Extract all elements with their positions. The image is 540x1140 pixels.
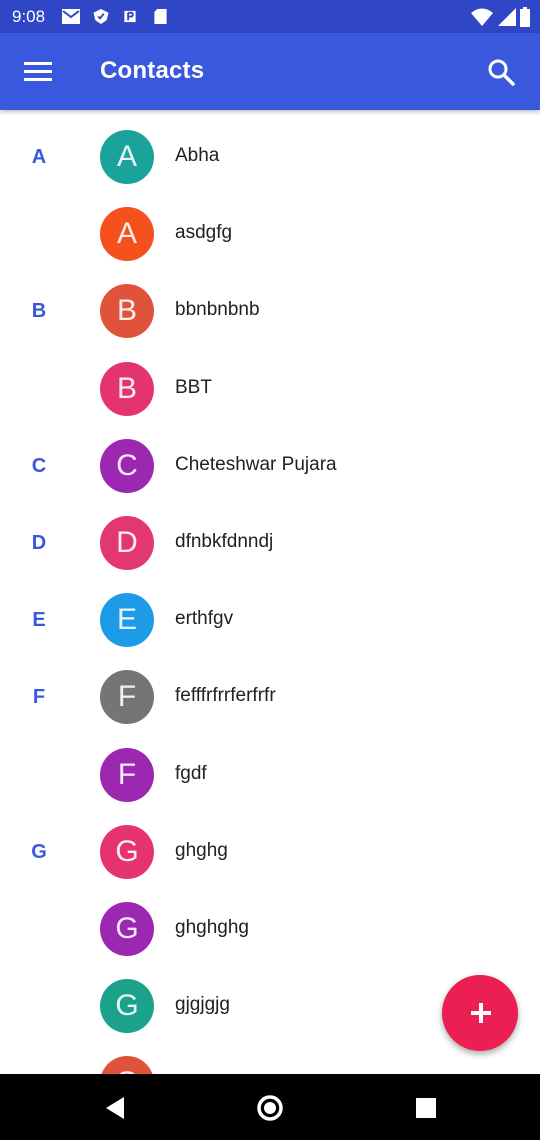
- contact-row[interactable]: G Gghghg: [0, 813, 540, 890]
- contact-name: dfnbkfdnndj: [175, 531, 274, 552]
- section-letter: G: [31, 840, 47, 863]
- contact-name: erthfgv: [175, 608, 234, 630]
- contact-avatar: G: [100, 979, 154, 1034]
- contact-row[interactable]: G: [0, 1044, 540, 1074]
- recents-icon[interactable]: [411, 1094, 441, 1122]
- add-contact-button[interactable]: [442, 975, 518, 1051]
- contact-name: fefffrfrrferfrfr: [175, 685, 276, 707]
- section-letter: F: [32, 686, 46, 709]
- section-letter: C: [31, 454, 47, 477]
- gmail-icon: [62, 9, 80, 24]
- app-bar: Contacts: [0, 33, 540, 110]
- contact-name: Cheteshwar Pujara: [175, 453, 337, 475]
- contact-avatar: F: [100, 747, 154, 802]
- section-letter: B: [31, 300, 47, 323]
- section-letter: E: [32, 609, 46, 632]
- contact-name: asdgfg: [175, 222, 233, 244]
- sd-card-icon: [154, 9, 167, 24]
- search-icon[interactable]: [486, 57, 516, 87]
- contact-row[interactable]: E Eerthfgv: [0, 581, 540, 658]
- hamburger-menu-icon[interactable]: [24, 60, 52, 82]
- contact-row[interactable]: D Ddfnbkfdnndj: [0, 504, 540, 581]
- contact-name: gjgjgjg: [175, 994, 230, 1016]
- home-icon[interactable]: [255, 1094, 285, 1122]
- back-icon[interactable]: [100, 1094, 130, 1122]
- navigation-bar: [0, 1074, 540, 1140]
- contact-avatar: F: [100, 670, 154, 725]
- contact-avatar: G: [100, 1056, 154, 1074]
- contact-name: ghghg: [175, 839, 228, 861]
- contact-list[interactable]: A A Abha Aasdgfg B Bbbnbnbnb B BBT C C Cheteshwar …: [0, 118, 540, 1074]
- contact-avatar: B: [100, 284, 154, 339]
- status-bar: 9:08: [0, 0, 540, 33]
- shield-icon: [93, 9, 109, 24]
- contact-avatar: C: [100, 438, 154, 493]
- contact-row[interactable]: C C Cheteshwar Pujara: [0, 427, 540, 504]
- contact-avatar: B: [100, 361, 154, 416]
- contact-row[interactable]: Gghghghg: [0, 890, 540, 967]
- contact-avatar: G: [100, 824, 154, 879]
- status-icons-right: [471, 7, 530, 27]
- contact-avatar: G: [100, 902, 154, 956]
- signal-icon: [497, 8, 516, 26]
- contact-row[interactable]: B BBT: [0, 350, 540, 427]
- contact-name: Abha: [175, 145, 220, 166]
- section-letter: D: [31, 532, 47, 554]
- contact-name: BBT: [175, 376, 212, 398]
- wifi-icon: [471, 8, 494, 26]
- contact-avatar: A: [100, 130, 154, 184]
- section-letter: A: [31, 146, 47, 168]
- contact-name: fgdf: [175, 762, 207, 784]
- contact-row[interactable]: A A Abha: [0, 118, 540, 195]
- contact-row[interactable]: F Ffefffrfrrferfrfr: [0, 658, 540, 735]
- contact-avatar: D: [100, 516, 154, 570]
- contact-name: ghghghg: [175, 917, 249, 938]
- contact-row[interactable]: B Bbbnbnbnb: [0, 272, 540, 349]
- contact-avatar: A: [100, 207, 154, 262]
- contact-avatar: E: [100, 593, 154, 648]
- status-time: 9:08: [12, 7, 46, 26]
- contact-row[interactable]: Ffgdf: [0, 736, 540, 813]
- contact-name: bbnbnbnb: [175, 299, 260, 321]
- battery-icon: [520, 7, 530, 27]
- page-title: Contacts: [100, 57, 205, 84]
- pay-icon: [124, 10, 136, 23]
- contact-row[interactable]: Aasdgfg: [0, 195, 540, 272]
